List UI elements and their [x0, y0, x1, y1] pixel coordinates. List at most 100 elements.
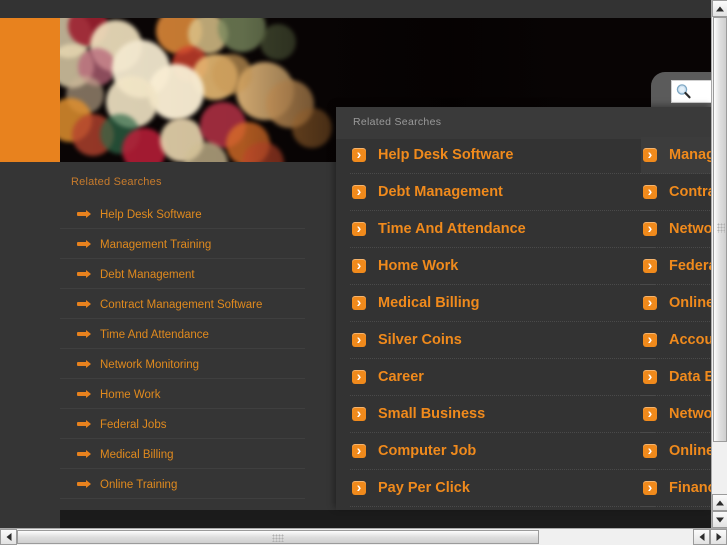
sidebar-item-management-training[interactable]: Management Training [60, 229, 305, 259]
sidebar-item-time-and-attendance[interactable]: Time And Attendance [60, 319, 305, 349]
sidebar-item-label: Management Training [100, 239, 212, 251]
overlay-item-career[interactable]: Career [350, 359, 655, 396]
overlay-item-label: Finance [669, 480, 711, 496]
overlay-item-label: Time And Attendance [378, 221, 526, 237]
sidebar-item-label: Federal Jobs [100, 419, 167, 431]
overlay-item-pay-per-click[interactable]: Pay Per Click [350, 470, 655, 507]
sidebar-item-help-desk-software[interactable]: Help Desk Software [60, 199, 305, 229]
arrow-bullet-icon [77, 270, 91, 278]
chevron-right-icon [352, 292, 366, 312]
overlay-item-network-monitoring[interactable]: Network Monitoring [641, 211, 711, 248]
chevron-right-icon [352, 181, 366, 201]
chevron-right-icon [643, 403, 657, 423]
overlay-item-small-business[interactable]: Small Business [350, 396, 655, 433]
overlay-item-label: Home Work [378, 258, 459, 274]
overlay-item-data-entry[interactable]: Data Entry [641, 359, 711, 396]
chevron-right-icon [643, 255, 657, 275]
page-top-strip [0, 0, 711, 18]
sidebar-item-federal-jobs[interactable]: Federal Jobs [60, 409, 305, 439]
scrollbar-grip-icon [272, 534, 284, 542]
chevron-right-icon [643, 366, 657, 386]
chevron-right-icon [352, 440, 366, 460]
overlay-item-label: Online Degree [669, 443, 711, 459]
sidebar-item-medical-billing[interactable]: Medical Billing [60, 439, 305, 469]
triangle-up-icon [716, 6, 724, 11]
overlay-item-label: Accounting [669, 332, 711, 348]
search-icon [675, 83, 692, 100]
overlay-item-label: Medical Billing [378, 295, 480, 311]
arrow-bullet-icon [77, 210, 91, 218]
overlay-item-accounting[interactable]: Accounting [641, 322, 711, 359]
chevron-right-icon [643, 329, 657, 349]
overlay-item-management-training[interactable]: Management Training [641, 137, 711, 174]
overlay-item-medical-billing[interactable]: Medical Billing [350, 285, 655, 322]
overlay-item-label: Network Monitoring [669, 221, 711, 237]
overlay-item-online-degree[interactable]: Online Degree [641, 433, 711, 470]
overlay-item-label: Silver Coins [378, 332, 462, 348]
scroll-down-button-secondary[interactable] [712, 511, 727, 528]
overlay-item-time-and-attendance[interactable]: Time And Attendance [350, 211, 655, 248]
overlay-item-federal-jobs[interactable]: Federal Jobs [641, 248, 711, 285]
sidebar-item-label: Online Training [100, 479, 178, 491]
overlay-left-column: Help Desk Software Debt Management Time … [350, 137, 655, 507]
sidebar-item-contract-management-software[interactable]: Contract Management Software [60, 289, 305, 319]
chevron-right-icon [643, 181, 657, 201]
sidebar-item-debt-management[interactable]: Debt Management [60, 259, 305, 289]
overlay-item-home-work[interactable]: Home Work [350, 248, 655, 285]
arrow-bullet-icon [77, 420, 91, 428]
overlay-item-computer-job[interactable]: Computer Job [350, 433, 655, 470]
overlay-item-help-desk-software[interactable]: Help Desk Software [350, 137, 655, 174]
arrow-bullet-icon [77, 300, 91, 308]
overlay-item-contract-management-software[interactable]: Contract Management Software [641, 174, 711, 211]
overlay-item-network-security[interactable]: Network Security [641, 396, 711, 433]
horizontal-scrollbar[interactable] [0, 528, 727, 545]
overlay-item-label: Career [378, 369, 424, 385]
sidebar-related-searches: Related Searches Help Desk Software Mana… [60, 176, 305, 499]
scroll-right-button[interactable] [693, 529, 710, 545]
horizontal-scrollbar-thumb[interactable] [17, 530, 539, 544]
overlay-item-label: Debt Management [378, 184, 503, 200]
sidebar-item-label: Contract Management Software [100, 299, 263, 311]
scroll-down-button[interactable] [712, 494, 727, 511]
arrow-bullet-icon [77, 390, 91, 398]
chevron-right-icon [643, 292, 657, 312]
chevron-right-icon [352, 255, 366, 275]
overlay-item-label: Pay Per Click [378, 480, 470, 496]
page-footer-strip [60, 510, 711, 528]
sidebar-item-home-work[interactable]: Home Work [60, 379, 305, 409]
sidebar-item-label: Time And Attendance [100, 329, 209, 341]
scroll-up-button[interactable] [712, 0, 727, 17]
overlay-item-debt-management[interactable]: Debt Management [350, 174, 655, 211]
hero-orange-block [0, 18, 60, 162]
overlay-title: Related Searches [353, 116, 442, 128]
arrow-bullet-icon [77, 360, 91, 368]
overlay-item-label: Online Training [669, 295, 711, 311]
search-input[interactable] [671, 80, 711, 103]
vertical-scrollbar-thumb[interactable] [713, 17, 727, 442]
sidebar-item-label: Home Work [100, 389, 161, 401]
scroll-left-button[interactable] [0, 529, 17, 545]
vertical-scrollbar[interactable] [711, 0, 727, 528]
chevron-right-icon [352, 403, 366, 423]
overlay-item-silver-coins[interactable]: Silver Coins [350, 322, 655, 359]
chevron-right-icon [352, 366, 366, 386]
chevron-right-icon [643, 144, 657, 164]
arrow-bullet-icon [77, 330, 91, 338]
sidebar-item-network-monitoring[interactable]: Network Monitoring [60, 349, 305, 379]
scroll-right-button-secondary[interactable] [710, 529, 727, 545]
chevron-right-icon [352, 329, 366, 349]
chevron-right-icon [643, 477, 657, 497]
sidebar-item-online-training[interactable]: Online Training [60, 469, 305, 499]
overlay-item-finance[interactable]: Finance [641, 470, 711, 507]
overlay-item-label: Small Business [378, 406, 486, 422]
overlay-item-label: Network Security [669, 406, 711, 422]
triangle-down-icon [716, 517, 724, 522]
sidebar-item-label: Medical Billing [100, 449, 174, 461]
browser-viewport: Related Searches Help Desk Software Mana… [0, 0, 711, 528]
overlay-item-label: Management Training [669, 147, 711, 163]
chevron-right-icon [352, 218, 366, 238]
overlay-item-label: Contract Management Software [669, 184, 711, 200]
sidebar-item-label: Debt Management [100, 269, 195, 281]
triangle-left-icon [6, 533, 11, 541]
overlay-item-online-training[interactable]: Online Training [641, 285, 711, 322]
